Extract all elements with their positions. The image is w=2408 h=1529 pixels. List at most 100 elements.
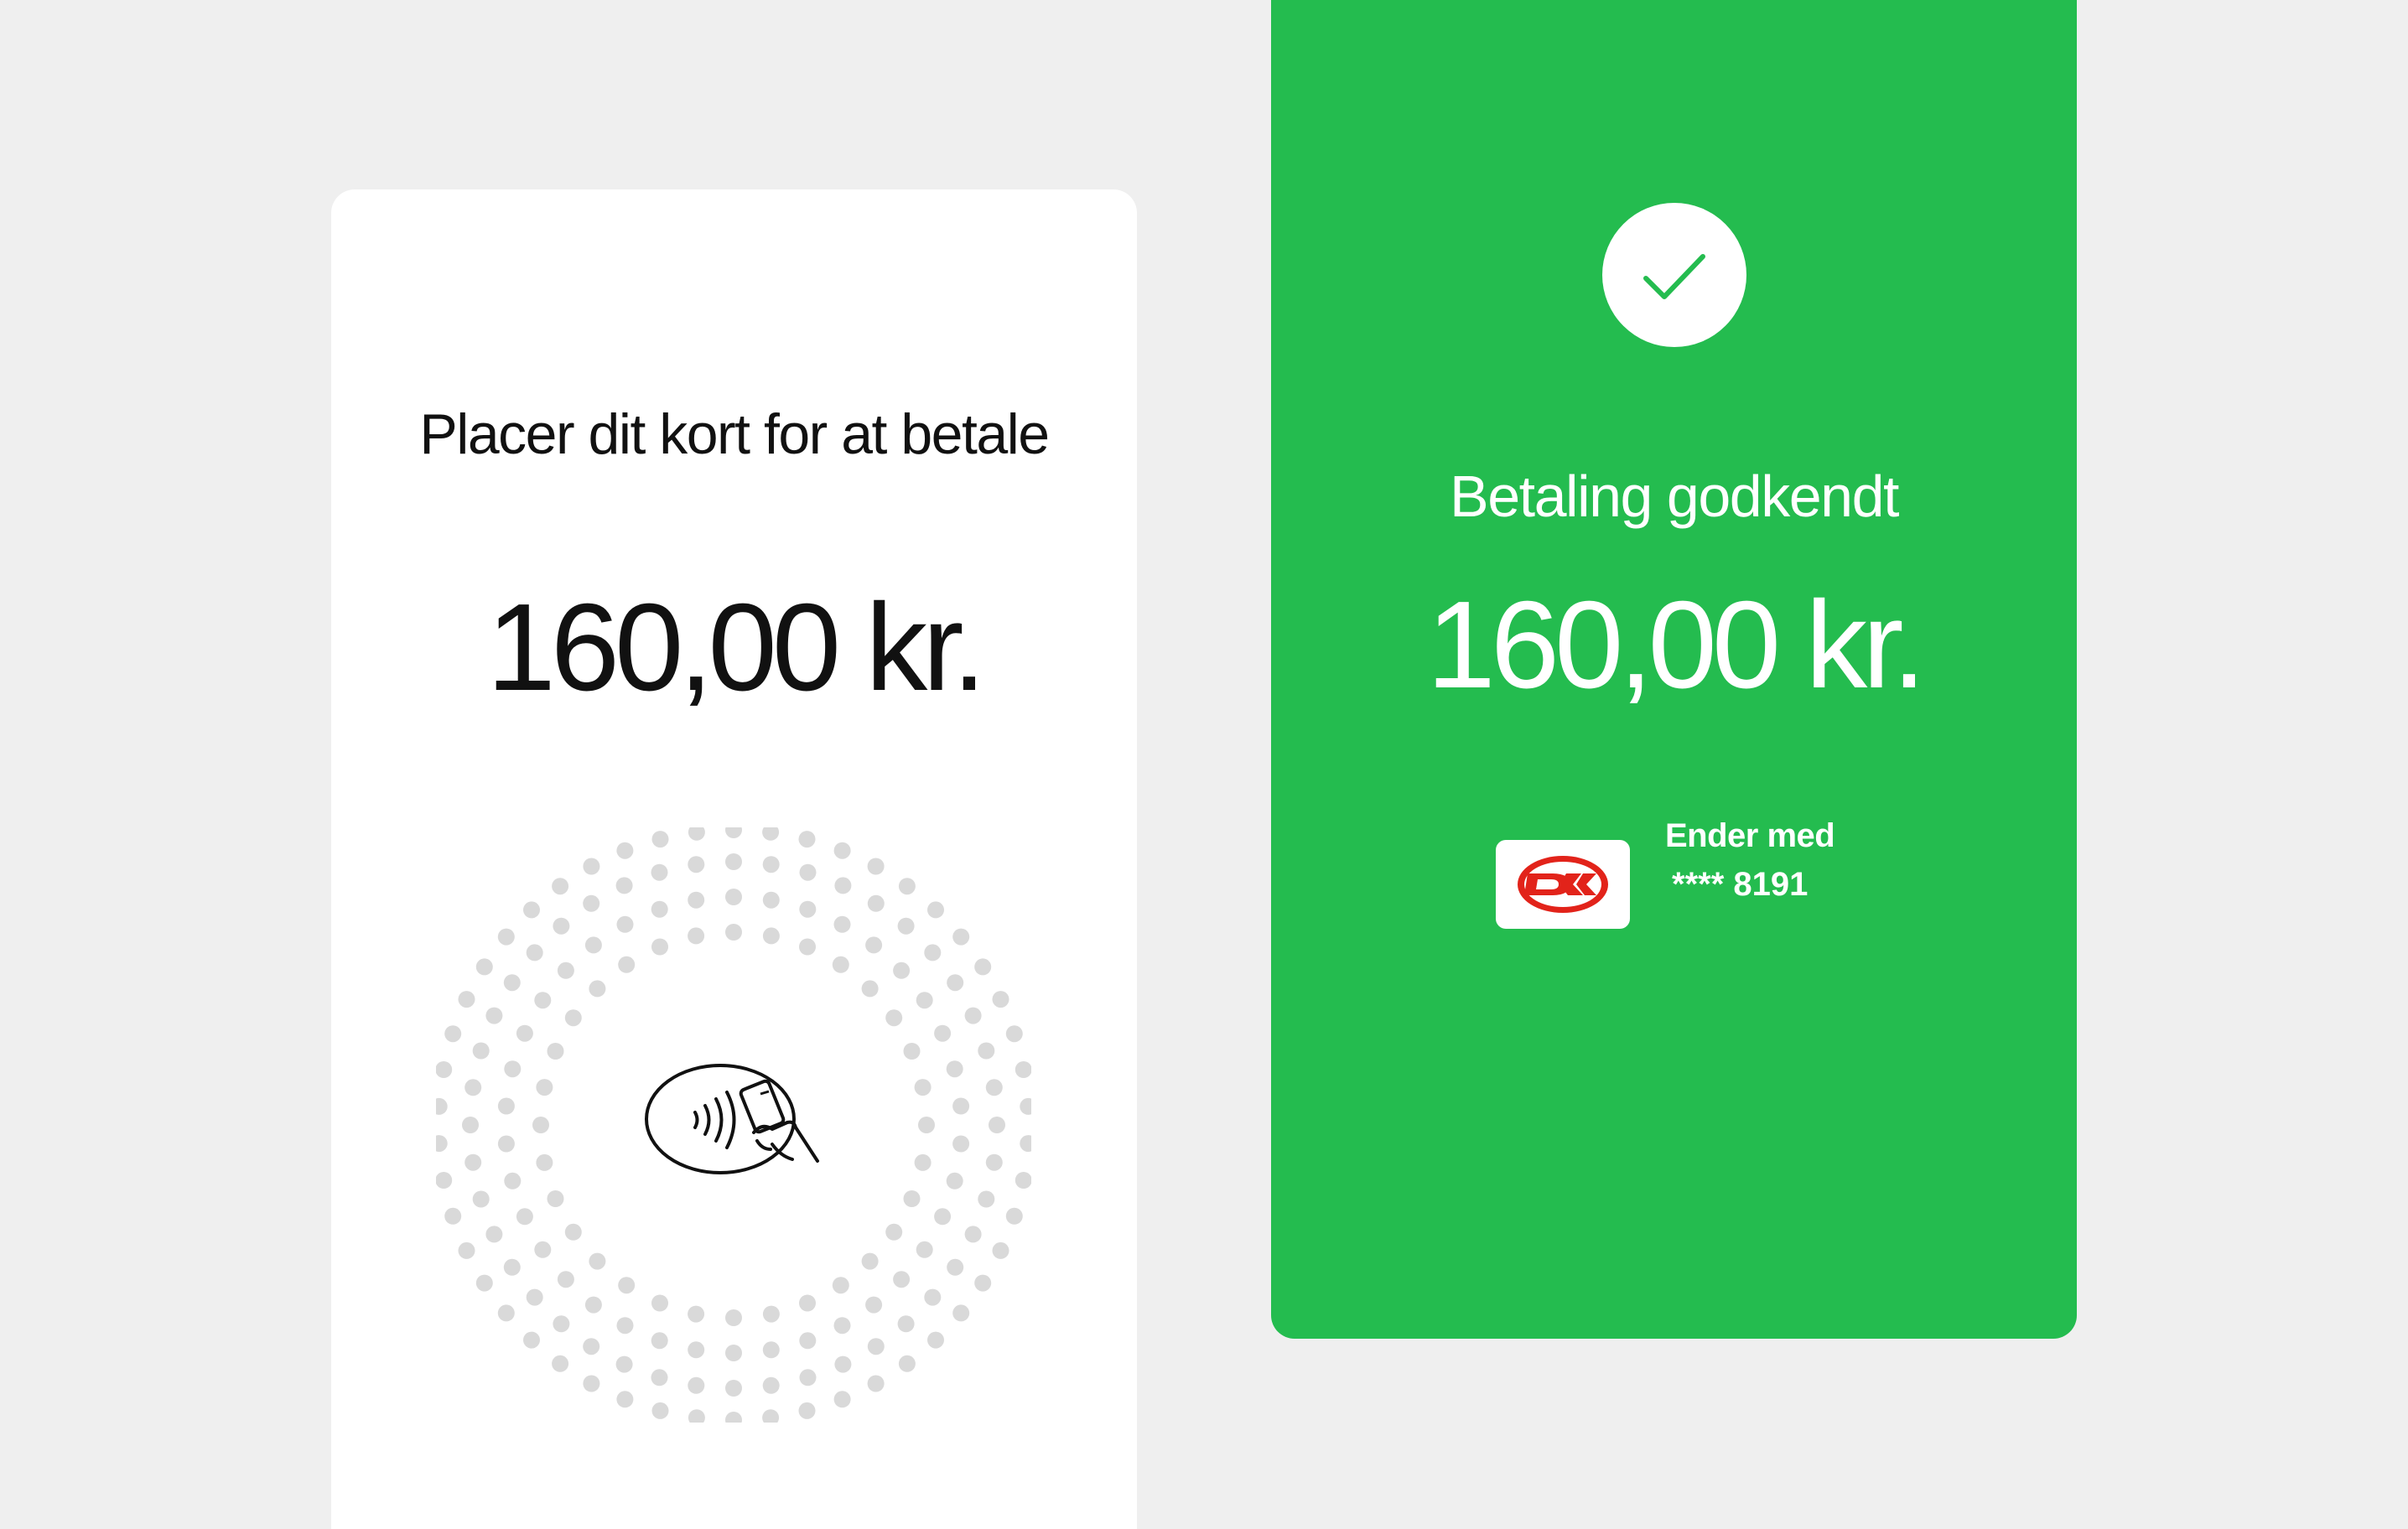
- ring-dot: [464, 1079, 482, 1096]
- ring-dot: [927, 901, 944, 919]
- ring-dot: [934, 1208, 952, 1226]
- ring-dot: [885, 1009, 903, 1027]
- ring-dot: [833, 1391, 851, 1408]
- ring-dot: [497, 1135, 515, 1153]
- ring-dot: [952, 1304, 970, 1322]
- ring-dot: [762, 827, 780, 841]
- ring-dot: [893, 1271, 911, 1288]
- ring-dot: [861, 980, 879, 998]
- ring-dot: [952, 1097, 970, 1115]
- ring-dot: [475, 958, 493, 976]
- ring-dot: [458, 991, 475, 1008]
- ring-dot: [924, 944, 942, 961]
- ring-dot: [523, 901, 540, 919]
- ring-dot: [651, 938, 668, 956]
- ring-dot: [762, 1341, 780, 1359]
- ring-dot: [485, 1007, 503, 1024]
- ring-dot: [762, 856, 780, 873]
- ring-dot: [523, 1331, 540, 1349]
- ring-dot: [688, 1376, 705, 1394]
- ring-dot: [557, 1271, 574, 1288]
- ring-dot: [616, 842, 634, 859]
- ring-dot: [725, 1412, 742, 1423]
- ring-dot: [583, 1338, 600, 1355]
- ring-dot: [651, 1294, 668, 1312]
- card-ends-with-label: Ender med: [1665, 817, 1835, 854]
- ring-dot: [583, 894, 600, 912]
- ring-dot: [557, 961, 574, 979]
- ring-dot: [583, 858, 600, 875]
- checkmark-icon: [1643, 254, 1705, 299]
- ring-dot: [916, 992, 933, 1009]
- ring-dot: [946, 1172, 963, 1190]
- ring-dot: [444, 1025, 462, 1043]
- ring-dot: [472, 1042, 490, 1060]
- ring-dot: [462, 1117, 479, 1133]
- ring-dot: [688, 927, 705, 945]
- ring-dot: [1005, 1207, 1023, 1225]
- ring-dot: [867, 1375, 885, 1392]
- ring-dot: [618, 956, 636, 973]
- ring-dot: [526, 944, 543, 961]
- dankort-logo: [1496, 840, 1630, 929]
- ring-dot: [616, 915, 634, 933]
- ring-dot: [553, 1315, 570, 1333]
- ring-dot: [618, 1277, 636, 1294]
- ring-dot: [946, 1060, 963, 1078]
- ring-dot: [725, 1345, 742, 1361]
- ring-dot: [497, 1097, 515, 1115]
- ring-dot: [436, 1061, 453, 1078]
- ring-dot: [485, 1226, 503, 1243]
- ring-dot: [992, 991, 1009, 1008]
- ring-dot: [444, 1207, 462, 1225]
- ring-dot: [651, 900, 668, 918]
- ring-dot: [436, 1135, 448, 1153]
- ring-dot: [903, 1190, 921, 1207]
- ring-dot: [885, 1223, 903, 1241]
- ring-dot: [725, 827, 742, 838]
- ring-dot: [1020, 1135, 1031, 1153]
- ring-dot: [615, 1355, 633, 1373]
- ring-dot: [989, 1117, 1005, 1133]
- ring-dot: [497, 1304, 515, 1322]
- ring-dot: [832, 956, 849, 973]
- ring-dot: [985, 1153, 1003, 1171]
- ring-dot: [589, 1252, 606, 1270]
- ring-dot: [903, 1043, 921, 1060]
- ring-dot: [914, 1153, 932, 1171]
- ring-dot: [974, 1274, 992, 1292]
- ring-dot: [725, 889, 742, 905]
- ring-dot: [918, 1117, 935, 1133]
- ring-dot: [547, 1190, 564, 1207]
- ring-dot: [834, 1355, 852, 1373]
- ring-dot: [799, 1294, 816, 1312]
- ring-dot: [964, 1007, 982, 1024]
- ring-dot: [833, 842, 851, 859]
- ring-dot: [651, 1332, 668, 1350]
- ring-dot: [947, 974, 964, 992]
- ring-dot: [867, 858, 885, 875]
- ring-dot: [472, 1190, 490, 1208]
- ring-dot: [532, 1117, 549, 1133]
- ring-dot: [526, 1288, 543, 1306]
- ring-dot: [927, 1331, 944, 1349]
- ring-dot: [651, 831, 669, 848]
- ring-dot: [762, 1409, 780, 1423]
- ring-dot: [536, 1153, 553, 1171]
- ring-dot: [861, 1252, 879, 1270]
- ring-dot: [952, 1135, 970, 1153]
- ring-dot: [799, 900, 817, 918]
- ring-dot: [865, 936, 883, 954]
- ring-dot: [897, 917, 915, 935]
- ring-dot: [552, 1355, 569, 1372]
- ring-dot: [1015, 1172, 1031, 1189]
- ring-dot: [833, 1317, 851, 1335]
- ring-dot: [688, 1341, 705, 1359]
- success-badge: [1602, 203, 1746, 347]
- ring-dot: [725, 924, 742, 941]
- ring-dot: [436, 1172, 453, 1189]
- ring-dot: [799, 1369, 817, 1386]
- ring-dot: [651, 863, 668, 881]
- ring-dot: [832, 1277, 849, 1294]
- ring-dot: [503, 1258, 521, 1276]
